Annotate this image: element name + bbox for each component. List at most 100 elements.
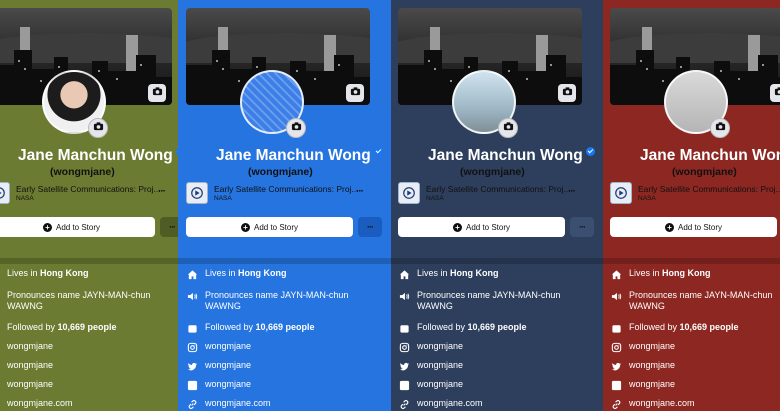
instagram-icon (610, 341, 623, 353)
linkedin-icon (398, 379, 411, 391)
edit-cover-button[interactable] (770, 84, 780, 102)
add-to-story-button[interactable]: + Add to Story (398, 217, 565, 237)
followers-icon (186, 322, 199, 334)
work-title: Early Satellite Communications: Proj... (638, 184, 780, 194)
featured-work[interactable]: Early Satellite Communications: Proj... … (0, 182, 161, 206)
speaker-icon (0, 290, 1, 302)
verified-badge-icon (373, 147, 383, 156)
speaker-icon (398, 290, 411, 302)
followers-icon (398, 322, 411, 334)
website-row[interactable]: wongmjane.com (398, 398, 483, 411)
twitter-icon (398, 360, 411, 372)
add-to-story-button[interactable]: + Add to Story (186, 217, 353, 237)
pronounce-row: Pronounces name JAYN-MAN-chun WAWNG (186, 290, 348, 314)
linkedin-row[interactable]: wongmjane (0, 379, 53, 393)
home-icon (0, 268, 1, 280)
edit-avatar-button[interactable] (88, 118, 108, 138)
pronounce-row: Pronounces name JAYN-MAN-chun WAWNG (398, 290, 560, 314)
lives-row: Lives in Hong Kong (610, 268, 711, 282)
twitter-icon (610, 360, 623, 372)
work-more-button[interactable]: ··· (568, 186, 576, 197)
more-options-button[interactable]: ··· (160, 217, 178, 237)
work-more-button[interactable]: ··· (158, 186, 166, 197)
add-to-story-button[interactable]: + Add to Story (610, 217, 777, 237)
profile-preview: Jane Manchun Wong (wongmjane) Early Sate… (0, 0, 178, 411)
theme-panel-navy: Jane Manchun Wong (wongmjane) Early Sate… (391, 0, 603, 411)
speaker-icon (186, 290, 199, 302)
camera-icon (350, 84, 361, 102)
plus-icon: + (240, 222, 250, 232)
theme-panel-blue: Jane Manchun Wong (wongmjane) Early Sate… (178, 0, 391, 411)
featured-work[interactable]: Early Satellite Communications: Proj... … (610, 182, 780, 206)
pronounce-row: Pronounces name JAYN-MAN-chun WAWNG (0, 290, 150, 314)
work-logo (186, 182, 208, 204)
add-to-story-label: Add to Story (677, 222, 723, 232)
lives-row: Lives in Hong Kong (0, 268, 89, 282)
home-icon (610, 268, 623, 280)
camera-icon (503, 119, 514, 137)
linkedin-icon (610, 379, 623, 391)
theme-panel-red: Jane Manchun Wong (wongmjane) Early Sate… (603, 0, 780, 411)
twitter-row[interactable]: wongmjane (186, 360, 251, 374)
plus-icon: + (42, 222, 52, 232)
followers-icon (610, 322, 623, 334)
linkedin-row[interactable]: wongmjane (186, 379, 251, 393)
section-divider (603, 258, 780, 264)
website-row[interactable]: wongmjane.com (0, 398, 73, 411)
instagram-icon (0, 341, 1, 353)
edit-cover-button[interactable] (346, 84, 364, 102)
speaker-icon (610, 290, 623, 302)
twitter-icon (186, 360, 199, 372)
work-logo (0, 182, 10, 204)
website-row[interactable]: wongmjane.com (186, 398, 271, 411)
instagram-row[interactable]: wongmjane (186, 341, 251, 355)
plus-icon: + (452, 222, 462, 232)
edit-avatar-button[interactable] (710, 118, 730, 138)
work-subtitle: NASA (16, 195, 34, 202)
camera-icon (774, 84, 780, 102)
home-icon (186, 268, 199, 280)
theme-panel-olive: Jane Manchun Wong (wongmjane) Early Sate… (0, 0, 178, 411)
verified-badge-icon (585, 147, 595, 156)
profile-handle: (wongmjane) (248, 166, 313, 178)
profile-handle: (wongmjane) (672, 166, 737, 178)
edit-cover-button[interactable] (148, 84, 166, 102)
instagram-row[interactable]: wongmjane (610, 341, 675, 355)
twitter-row[interactable]: wongmjane (610, 360, 675, 374)
followers-row: Followed by 10,669 people (0, 322, 117, 336)
profile-preview: Jane Manchun Wong (wongmjane) Early Sate… (610, 0, 780, 411)
profile-name: Jane Manchun Wong (428, 147, 595, 165)
edit-cover-button[interactable] (558, 84, 576, 102)
twitter-row[interactable]: wongmjane (0, 360, 53, 374)
instagram-row[interactable]: wongmjane (0, 341, 53, 355)
camera-icon (291, 119, 302, 137)
edit-avatar-button[interactable] (498, 118, 518, 138)
work-more-button[interactable]: ··· (356, 186, 364, 197)
profile-preview: Jane Manchun Wong (wongmjane) Early Sate… (186, 0, 386, 411)
more-options-button[interactable]: ··· (358, 217, 382, 237)
followers-icon (0, 322, 1, 334)
linkedin-row[interactable]: wongmjane (398, 379, 463, 393)
work-subtitle: NASA (426, 195, 444, 202)
featured-work[interactable]: Early Satellite Communications: Proj... … (398, 182, 571, 206)
twitter-icon (0, 360, 1, 372)
add-to-story-button[interactable]: + Add to Story (0, 217, 155, 237)
linkedin-row[interactable]: wongmjane (610, 379, 675, 393)
link-icon (186, 398, 199, 410)
work-title: Early Satellite Communications: Proj... (426, 184, 571, 194)
twitter-row[interactable]: wongmjane (398, 360, 463, 374)
work-logo (398, 182, 420, 204)
website-row[interactable]: wongmjane.com (610, 398, 695, 411)
featured-work[interactable]: Early Satellite Communications: Proj... … (186, 182, 359, 206)
work-title: Early Satellite Communications: Proj... (214, 184, 359, 194)
linkedin-icon (186, 379, 199, 391)
add-to-story-label: Add to Story (55, 222, 101, 232)
lives-row: Lives in Hong Kong (186, 268, 287, 282)
section-divider (391, 258, 603, 264)
followers-row: Followed by 10,669 people (186, 322, 315, 336)
instagram-row[interactable]: wongmjane (398, 341, 463, 355)
edit-avatar-button[interactable] (286, 118, 306, 138)
profile-name: Jane Manchun Wong (18, 147, 178, 165)
pronounce-row: Pronounces name JAYN-MAN-chun WAWNG (610, 290, 772, 314)
more-options-button[interactable]: ··· (570, 217, 594, 237)
